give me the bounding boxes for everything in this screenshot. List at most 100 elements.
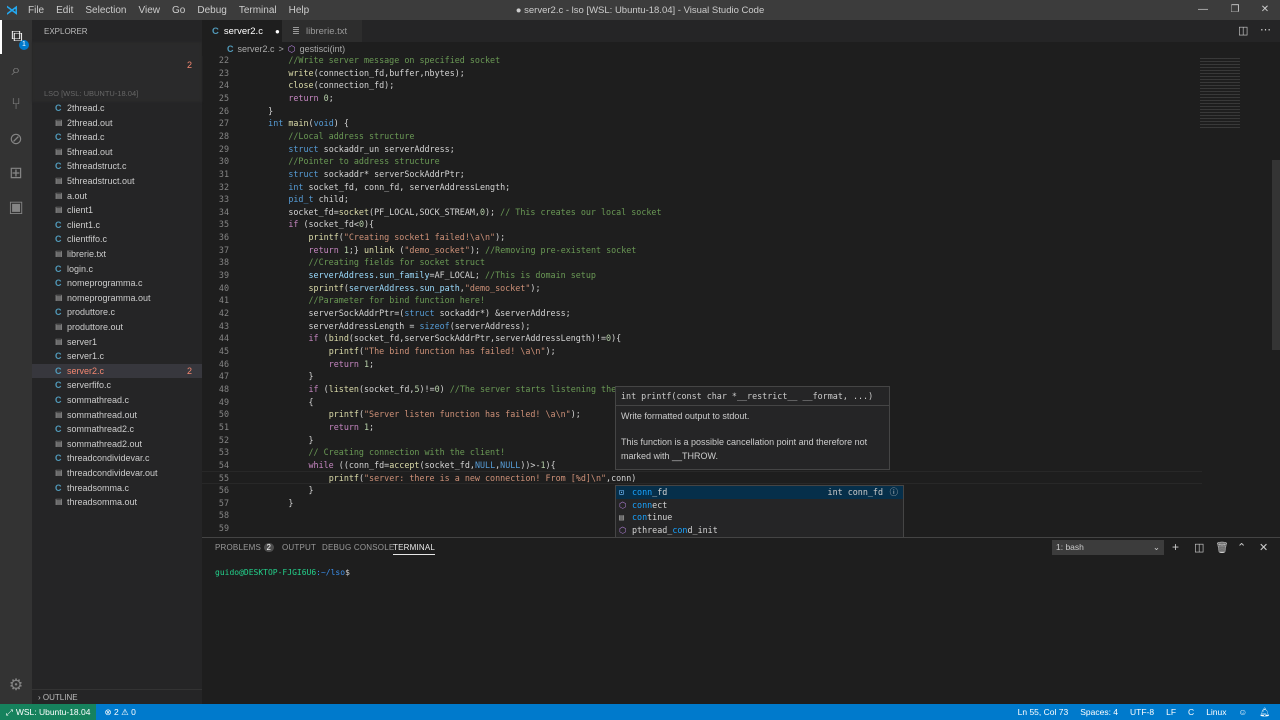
file-name: clientfifo.c <box>67 234 108 245</box>
menu-help[interactable]: Help <box>289 5 310 16</box>
file-item[interactable]: ▤ server1 <box>32 335 202 350</box>
file-item[interactable]: Cclientfifo.c <box>32 232 202 247</box>
suggestion-item[interactable]: ⬡ connect <box>616 499 903 512</box>
menu-selection[interactable]: Selection <box>85 5 126 16</box>
file-item[interactable]: ▤ sommathread.out <box>32 408 202 423</box>
close-button[interactable]: ✕ <box>1248 0 1280 20</box>
breadcrumb-symbol[interactable]: gestisci(int) <box>300 44 346 54</box>
menu-debug[interactable]: Debug <box>197 5 226 16</box>
problems-status[interactable]: ⊗ 2 ⚠ 0 <box>104 707 135 718</box>
unsaved-dot-icon[interactable]: ● <box>275 27 280 36</box>
remote-explorer-icon[interactable]: ▣ <box>0 190 32 224</box>
suggestion-item[interactable]: ⬡ pthread_cond_init <box>616 524 903 537</box>
menu-edit[interactable]: Edit <box>56 5 73 16</box>
code-token: ); <box>530 282 541 293</box>
file-item[interactable]: Cthreadsomma.c <box>32 481 202 496</box>
minimap[interactable] <box>1196 56 1270 136</box>
file-item[interactable]: Cthreadcondividevar.c <box>32 451 202 466</box>
suggestion-item[interactable]: ▤ continue <box>616 511 903 524</box>
cursor-position[interactable]: Ln 55, Col 73 <box>1018 707 1069 717</box>
file-item[interactable]: Cproduttore.c <box>32 305 202 320</box>
feedback-icon[interactable]: ☺ <box>1239 707 1248 717</box>
search-icon[interactable]: ⌕ <box>0 54 32 88</box>
file-item[interactable]: ▤ a.out <box>32 189 202 204</box>
file-item[interactable]: ▤ librerie.txt <box>32 247 202 262</box>
close-panel-icon[interactable]: ✕ <box>1259 541 1268 554</box>
code-token: socket_fd, conn_fd, serverAddressLength; <box>303 181 511 192</box>
maximize-button[interactable]: ❐ <box>1218 0 1252 20</box>
file-item[interactable]: Cnomeprogramma.c <box>32 276 202 291</box>
outline-section[interactable]: › OUTLINE <box>32 689 202 704</box>
split-editor-icon[interactable]: ◫ <box>1238 24 1248 37</box>
code-token: //Local address structure <box>288 130 415 141</box>
editor-scrollbar[interactable] <box>1272 160 1280 350</box>
file-item[interactable]: ▤ threadsomma.out <box>32 495 202 510</box>
code-token: (socket_fd< <box>298 219 359 230</box>
code-token: (connection_fd,buffer,nbytes); <box>313 67 465 78</box>
folder-header[interactable]: LSO [WSL: UBUNTU-18.04] <box>44 89 138 98</box>
hover-summary: Write formatted output to stdout. <box>621 411 750 421</box>
tab-output[interactable]: OUTPUT <box>282 543 316 552</box>
new-terminal-icon[interactable]: + <box>1172 540 1179 554</box>
file-item[interactable]: C 2thread.c <box>32 101 202 116</box>
menu-file[interactable]: File <box>28 5 44 16</box>
code-token: ; <box>369 358 375 369</box>
file-item[interactable]: Cserverfifo.c <box>32 378 202 393</box>
tab-server2-c[interactable]: Cserver2.c ● <box>202 20 282 42</box>
remote-label: WSL: Ubuntu-18.04 <box>15 707 91 717</box>
menu-view[interactable]: View <box>139 5 161 16</box>
code-token: printf <box>308 232 339 243</box>
file-item[interactable]: ▤ 5threadstruct.out <box>32 174 202 189</box>
file-item[interactable]: ▤ client1 <box>32 203 202 218</box>
extensions-icon[interactable]: ⊞ <box>0 156 32 190</box>
file-item[interactable]: Csommathread2.c <box>32 422 202 437</box>
file-item[interactable]: ▤ produttore.out <box>32 320 202 335</box>
notifications-icon[interactable]: 🔔︎ <box>1259 707 1270 718</box>
file-icon: ▤ <box>55 292 63 302</box>
tab-debug-console[interactable]: DEBUG CONSOLE <box>322 543 394 552</box>
line-number: 53 <box>218 447 229 458</box>
line-number: 30 <box>218 156 229 167</box>
file-item[interactable]: ▤ 5thread.out <box>32 145 202 160</box>
terminal-select[interactable]: 1: bash ⌄ <box>1052 540 1164 555</box>
split-terminal-icon[interactable]: ◫ <box>1194 541 1204 554</box>
suggestion-item[interactable]: ⊡ conn_fd int conn_fd ⓘ <box>616 486 903 499</box>
source-control-icon[interactable]: ⑂ <box>0 88 32 122</box>
settings-gear-icon[interactable]: ⚙ <box>0 668 32 702</box>
file-item[interactable]: Csommathread.c <box>32 393 202 408</box>
remote-indicator[interactable]: ⤢ WSL: Ubuntu-18.04 <box>0 704 97 720</box>
info-icon[interactable]: ⓘ <box>890 486 898 499</box>
file-item[interactable]: ▤ 2thread.out <box>32 116 202 131</box>
minimize-button[interactable]: — <box>1186 0 1220 20</box>
debug-icon[interactable]: ⊘ <box>0 122 32 156</box>
file-icon: ▤ <box>55 190 63 200</box>
file-item[interactable]: C 5thread.c <box>32 130 202 145</box>
file-item[interactable]: C 5threadstruct.c <box>32 159 202 174</box>
indentation[interactable]: Spaces: 4 <box>1080 707 1118 717</box>
menu-go[interactable]: Go <box>172 5 185 16</box>
explorer-icon[interactable]: ⧉ 1 <box>0 20 32 54</box>
tab-terminal[interactable]: TERMINAL <box>393 543 436 555</box>
breadcrumb-file[interactable]: server2.c <box>238 44 275 54</box>
terminal[interactable]: guido@DESKTOP-FJGI6U6:~/lso$ <box>215 568 350 577</box>
tab-librerie-txt[interactable]: ≣ librerie.txt <box>282 20 362 42</box>
maximize-panel-icon[interactable]: ⌃ <box>1237 541 1246 554</box>
file-item[interactable]: Cserver2.c 2 <box>32 363 202 379</box>
language-mode[interactable]: C <box>1188 707 1194 717</box>
platform[interactable]: Linux <box>1206 707 1226 717</box>
file-item[interactable]: Clogin.c <box>32 262 202 277</box>
line-number: 22 <box>218 55 229 65</box>
file-item[interactable]: ▤ threadcondividevar.out <box>32 466 202 481</box>
tab-problems[interactable]: PROBLEMS 2 <box>215 543 275 552</box>
more-actions-icon[interactable]: ⋯ <box>1260 23 1271 36</box>
file-item[interactable]: ▤ sommathread2.out <box>32 437 202 452</box>
file-item[interactable]: Cserver1.c <box>32 349 202 364</box>
kill-terminal-icon[interactable]: 🗑 <box>1215 541 1229 554</box>
file-item[interactable]: Cclient1.c <box>32 218 202 233</box>
encoding[interactable]: UTF-8 <box>1130 707 1154 717</box>
menu-terminal[interactable]: Terminal <box>239 5 277 16</box>
file-item[interactable]: ▤ nomeprogramma.out <box>32 291 202 306</box>
line-ending[interactable]: LF <box>1166 707 1176 717</box>
